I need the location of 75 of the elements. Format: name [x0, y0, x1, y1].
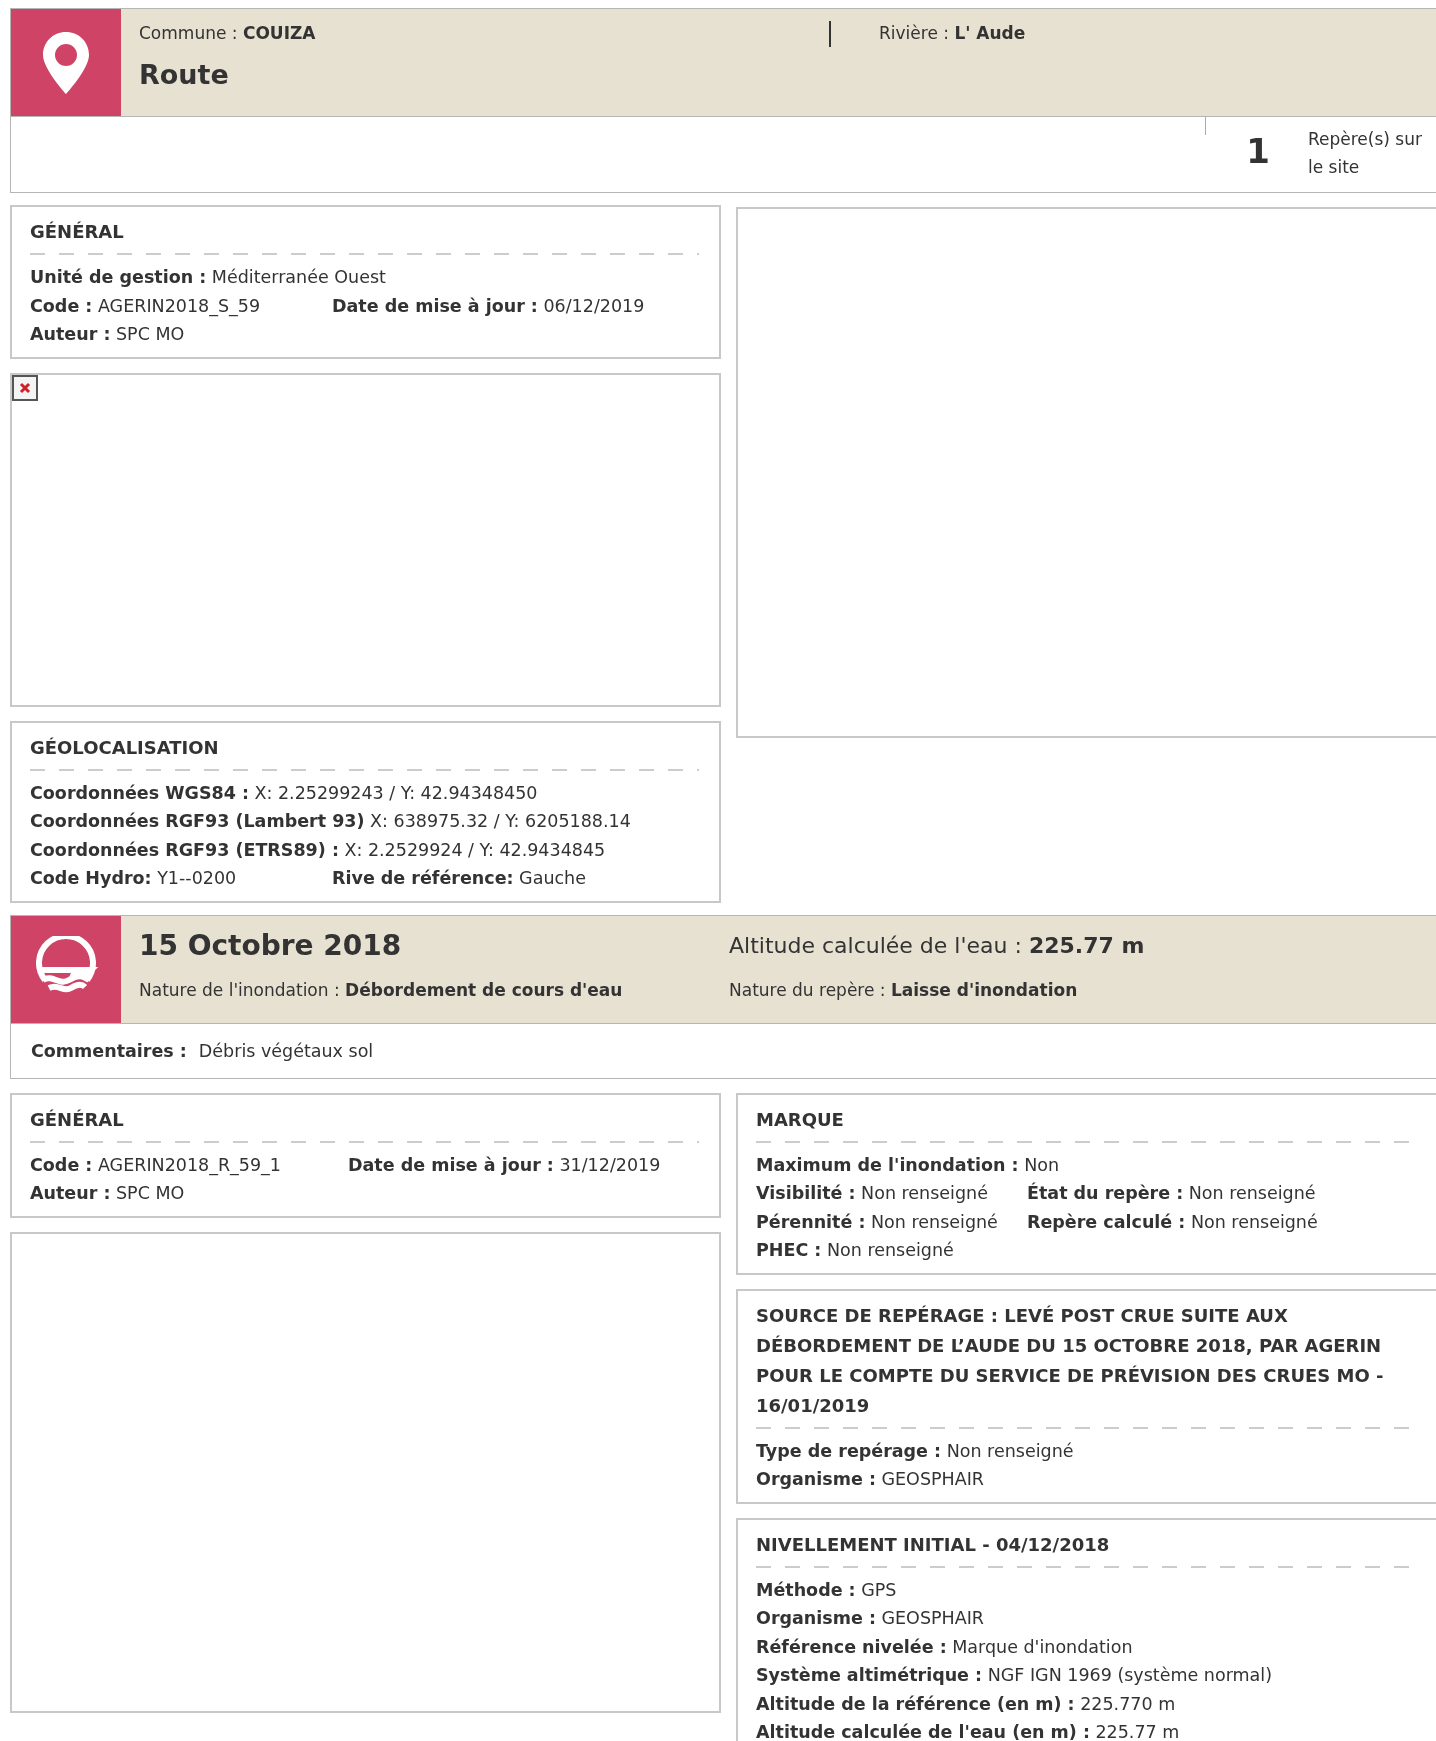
- field-label: Auteur :: [30, 1183, 111, 1203]
- field-label: Altitude calculée de l'eau (en m) :: [756, 1722, 1090, 1741]
- field-value: Non renseigné: [871, 1211, 998, 1232]
- field-label: Référence nivelée :: [756, 1636, 947, 1657]
- field-value: Non renseigné: [861, 1183, 988, 1203]
- field-label: Maximum de l'inondation :: [756, 1154, 1019, 1175]
- section-title: GÉNÉRAL: [30, 220, 125, 244]
- field-value: Non renseigné: [1190, 1211, 1318, 1232]
- field-value: AGERIN2018_S_59: [97, 295, 261, 316]
- field-value: Non renseigné: [946, 1440, 1074, 1461]
- field-label: Méthode :: [756, 1579, 856, 1600]
- event-date: 15 Octobre 2018: [139, 927, 403, 964]
- mark-type-label: Nature du repère :: [729, 979, 886, 1000]
- field-value: GPS: [861, 1579, 897, 1600]
- section-title: NIVELLEMENT INITIAL - 04/12/2018: [756, 1532, 1111, 1557]
- field-value: GEOSPHAIR: [881, 1608, 984, 1628]
- field-value: Non: [1024, 1154, 1060, 1175]
- field-label: Type de repérage :: [756, 1440, 942, 1461]
- field-value: SPC MO: [116, 1183, 185, 1203]
- field-label: Auteur :: [30, 324, 111, 344]
- field-label: Pérennité :: [756, 1211, 866, 1232]
- field-value: Y1--0200: [157, 868, 237, 888]
- field-label: Organisme :: [756, 1608, 876, 1628]
- commune-value: COUIZA: [242, 23, 316, 43]
- field-value: 06/12/2019: [543, 295, 645, 316]
- altitude-value: 225.77 m: [1028, 932, 1145, 958]
- field-value: Non renseigné: [826, 1240, 954, 1260]
- field-label: Coordonnées WGS84 :: [30, 782, 249, 803]
- field-value: X: 638975.32 / Y: 6205188.14: [370, 811, 631, 831]
- field-value: Méditerranée Ouest: [211, 267, 386, 287]
- field-label: Système altimétrique :: [756, 1665, 983, 1685]
- field-value: AGERIN2018_R_59_1: [97, 1154, 281, 1175]
- flood-type-value: Débordement de cours d'eau: [345, 979, 623, 1000]
- section-title: GÉNÉRAL: [30, 1107, 125, 1132]
- field-label: Organisme :: [756, 1469, 876, 1489]
- field-value: NGF IGN 1969 (système normal): [987, 1665, 1272, 1685]
- field-label: Code :: [30, 1154, 93, 1175]
- field-value: 225.77 m: [1095, 1722, 1180, 1741]
- field-label: Coordonnées RGF93 (Lambert 93): [30, 811, 365, 831]
- field-value: X: 2.25299243 / Y: 42.94348450: [254, 782, 538, 803]
- field-label: Commentaires :: [31, 1040, 187, 1061]
- section-title: GÉOLOCALISATION: [30, 735, 220, 760]
- field-label: Code :: [30, 295, 93, 316]
- altitude-label: Altitude calculée de l'eau :: [729, 932, 1022, 958]
- field-label: Date de mise à jour :: [348, 1154, 554, 1175]
- map-pin-icon: [43, 31, 89, 94]
- river-label: Rivière :: [879, 23, 949, 43]
- field-label: Altitude de la référence (en m) :: [756, 1693, 1075, 1714]
- commune-label: Commune :: [139, 23, 238, 43]
- field-label: Unité de gestion :: [30, 267, 207, 287]
- flood-type-label: Nature de l'inondation :: [139, 979, 340, 1000]
- field-value: Marque d'inondation: [952, 1636, 1133, 1657]
- field-label: Visibilité :: [756, 1183, 856, 1203]
- section-title: MARQUE: [756, 1107, 845, 1132]
- field-value: 225.770 m: [1080, 1693, 1176, 1714]
- marks-label: Repère(s) sur le site: [1308, 128, 1423, 179]
- field-label: Coordonnées RGF93 (ETRS89) :: [30, 839, 339, 860]
- field-value: GEOSPHAIR: [881, 1469, 984, 1489]
- field-label: PHEC :: [756, 1240, 822, 1260]
- field-label: Code Hydro:: [30, 868, 152, 888]
- field-value: 31/12/2019: [559, 1154, 661, 1175]
- field-value: SPC MO: [116, 324, 185, 344]
- field-value: Non renseigné: [1188, 1183, 1316, 1203]
- field-label: Repère calculé :: [1027, 1211, 1186, 1232]
- site-title: Route: [139, 59, 230, 90]
- mark-type-value: Laisse d'inondation: [890, 979, 1078, 1000]
- field-label: Rive de référence:: [332, 868, 514, 888]
- section-title: SOURCE DE REPÉRAGE : LEVÉ POST CRUE SUITE AUX DÉBORDEMENT DE L’AUDE DU 15 OCTOBRE 2018, PAR AGERIN POUR LE COMPTE DU SERVICE DE PRÉVISION DES CRUES MO - 16/01/2019: [756, 1303, 1385, 1418]
- river-value: L' Aude: [954, 23, 1026, 43]
- marks-count: 1: [1246, 131, 1270, 171]
- field-label: État du repère :: [1027, 1183, 1184, 1203]
- field-value: X: 2.2529924 / Y: 42.9434845: [344, 839, 606, 860]
- field-label: Date de mise à jour :: [332, 295, 538, 316]
- field-value: Débris végétaux sol: [198, 1040, 374, 1061]
- field-value: Gauche: [519, 868, 586, 888]
